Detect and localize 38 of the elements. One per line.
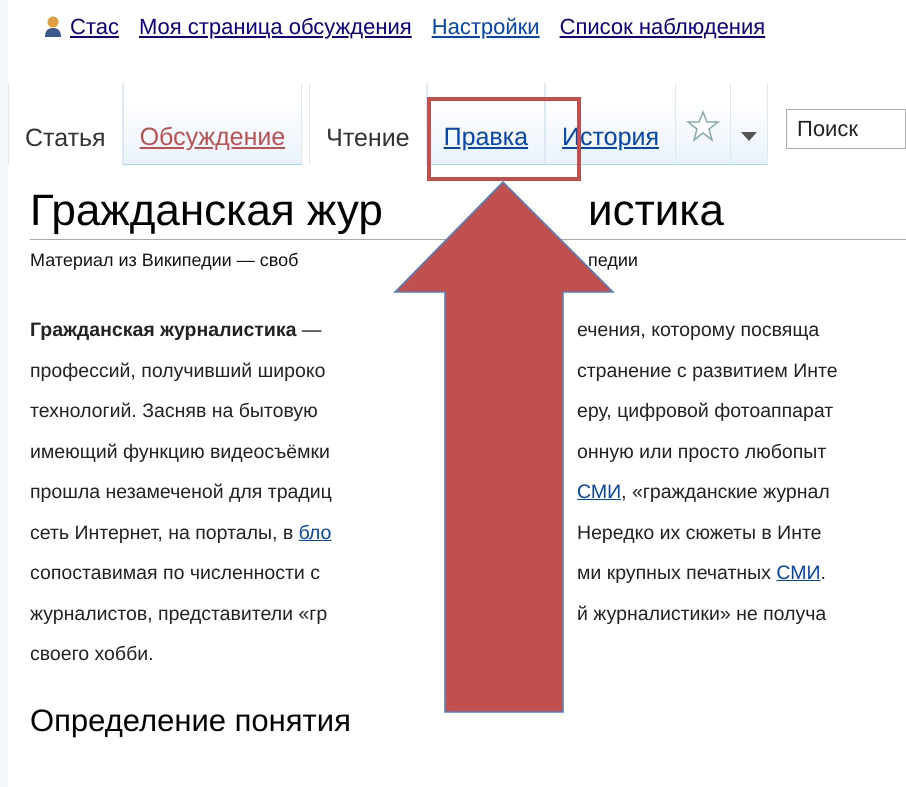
paragraph-text: Гражданская журналистика — bbox=[30, 319, 322, 341]
user-link[interactable]: Стас bbox=[70, 14, 119, 40]
more-tab[interactable] bbox=[731, 83, 768, 165]
personal-link[interactable]: Моя страница обсуждения bbox=[138, 14, 412, 40]
page-title: Гражданская жур bbox=[30, 185, 384, 237]
paragraph-text: имеющий функцию видеосъёмки bbox=[30, 440, 330, 462]
star-icon bbox=[686, 110, 720, 142]
section-heading: Определение понятия bbox=[30, 702, 352, 738]
search-field[interactable]: Поиск bbox=[786, 109, 906, 149]
paragraph-text: онную или просто любопыт bbox=[577, 440, 826, 464]
paragraph-text: технологий. Засняв на бытовую bbox=[30, 400, 318, 422]
paragraph-text: своего хобби. bbox=[30, 643, 154, 665]
paragraph-text: прошла незамеченой для традиц bbox=[30, 481, 332, 503]
paragraph-text: журналистов, представители «гр bbox=[30, 602, 328, 624]
link[interactable]: СМИ bbox=[776, 562, 820, 584]
paragraph-text: ми крупных печатных СМИ. bbox=[577, 561, 826, 586]
personal-link[interactable]: Настройки bbox=[432, 14, 540, 40]
subtitle-text: педии bbox=[588, 249, 638, 272]
paragraph-text: еру, цифровой фотоаппарат bbox=[577, 399, 834, 424]
view-tab[interactable]: Чтение bbox=[309, 83, 427, 165]
paragraph-text: сеть Интернет, на порталы, в бло bbox=[30, 522, 332, 544]
paragraph-text: СМИ, «гражданские журнал bbox=[577, 480, 830, 505]
personal-link[interactable]: Список наблюдения bbox=[560, 14, 766, 40]
subtitle-text: Материал из Википедии — своб bbox=[30, 249, 300, 272]
paragraph-text: ечения, которому посвяща bbox=[577, 318, 820, 343]
caret-icon bbox=[741, 132, 757, 142]
paragraph-text: странение с развитием Инте bbox=[577, 358, 838, 384]
namespace-tab[interactable]: Обсуждение bbox=[122, 83, 302, 165]
paragraph-text: й журналистики» не получа bbox=[577, 602, 826, 626]
paragraph-text: профессий, получивший широко bbox=[30, 360, 326, 382]
paragraph-text: Нередко их сюжеты в Инте bbox=[577, 520, 822, 546]
user-icon bbox=[44, 16, 62, 38]
namespace-tab[interactable]: Статья bbox=[8, 83, 123, 165]
page-title: истика bbox=[588, 185, 724, 237]
link[interactable]: СМИ bbox=[577, 481, 622, 503]
view-tab[interactable]: Правка bbox=[426, 83, 546, 165]
paragraph-text: сопоставимая по численности с bbox=[30, 562, 320, 584]
link[interactable]: бло bbox=[298, 522, 332, 544]
